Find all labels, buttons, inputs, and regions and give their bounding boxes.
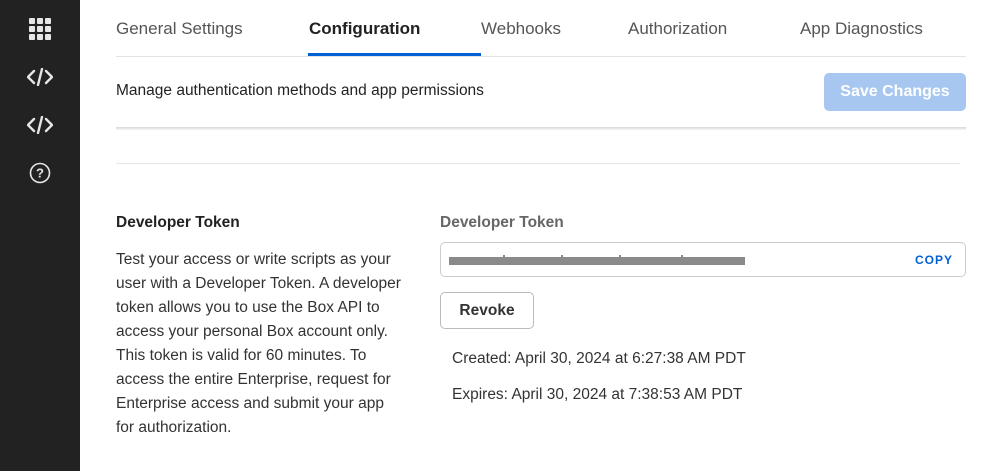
code-icon[interactable]: [25, 62, 55, 92]
revoke-button[interactable]: Revoke: [440, 292, 534, 329]
code-icon[interactable]: [25, 110, 55, 140]
sidebar: ?: [0, 0, 80, 471]
active-tab-indicator: [308, 53, 481, 56]
copy-button[interactable]: COPY: [915, 253, 953, 267]
token-redaction-mark: [681, 255, 683, 258]
main-content: General Settings Configuration Webhooks …: [80, 0, 995, 471]
section-description: Test your access or write scripts as you…: [116, 251, 401, 436]
subheader-description: Manage authentication methods and app pe…: [116, 82, 484, 99]
tab-webhooks[interactable]: Webhooks: [481, 19, 561, 39]
section-title: Developer Token: [116, 214, 240, 231]
section-divider: [116, 163, 960, 164]
tab-authorization[interactable]: Authorization: [628, 19, 727, 39]
token-redaction-mark: [503, 255, 505, 258]
svg-text:?: ?: [36, 166, 44, 181]
save-changes-button[interactable]: Save Changes: [824, 73, 966, 111]
tab-general-settings[interactable]: General Settings: [116, 19, 243, 39]
token-redacted-value: [449, 257, 745, 265]
field-label: Developer Token: [440, 214, 564, 231]
token-redaction-mark: [561, 255, 563, 258]
header-divider: [116, 127, 966, 130]
tab-configuration[interactable]: Configuration: [309, 19, 420, 39]
tab-app-diagnostics[interactable]: App Diagnostics: [800, 19, 923, 39]
token-redaction-mark: [619, 255, 621, 258]
token-created-timestamp: Created: April 30, 2024 at 6:27:38 AM PD…: [452, 350, 746, 367]
developer-token-field[interactable]: COPY: [440, 242, 966, 277]
grid-icon[interactable]: [25, 14, 55, 44]
help-icon[interactable]: ?: [25, 158, 55, 188]
tab-bar: General Settings Configuration Webhooks …: [116, 0, 966, 57]
token-expires-timestamp: Expires: April 30, 2024 at 7:38:53 AM PD…: [452, 386, 743, 403]
